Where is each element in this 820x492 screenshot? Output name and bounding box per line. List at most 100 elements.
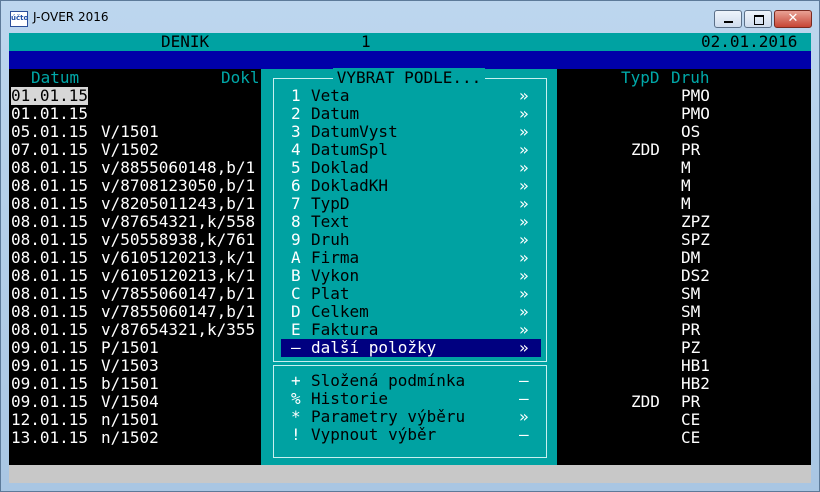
row-druh: PMO bbox=[681, 104, 710, 123]
menu-item-key: 1 bbox=[291, 86, 301, 105]
menu-item[interactable]: E Faktura » bbox=[281, 321, 541, 339]
journal-header: DENIK 1 02.01.2016 bbox=[9, 33, 811, 51]
menu-item-arrow: » bbox=[519, 266, 529, 285]
menu-item[interactable]: 1 Veta » bbox=[281, 87, 541, 105]
row-druh: SM bbox=[681, 302, 701, 321]
row-druh: ZPZ bbox=[681, 212, 710, 231]
menu-item-arrow: » bbox=[519, 176, 529, 195]
menu-item[interactable]: 3 DatumVyst » bbox=[281, 123, 541, 141]
menu-item[interactable]: B Vykon » bbox=[281, 267, 541, 285]
row-doklad: V/1502 bbox=[101, 140, 159, 159]
row-datum: 08.01.15 bbox=[11, 302, 89, 321]
menu-item-label: TypD bbox=[311, 194, 350, 213]
menu-item-key: 6 bbox=[291, 176, 301, 195]
menu-item-arrow: – bbox=[519, 425, 529, 444]
menu-item[interactable]: A Firma » bbox=[281, 249, 541, 267]
row-datum: 08.01.15 bbox=[11, 230, 89, 249]
row-druh: SPZ bbox=[681, 230, 710, 249]
row-datum: 08.01.15 bbox=[11, 320, 89, 339]
row-doklad: b/1501 bbox=[101, 374, 159, 393]
menu-item-arrow: » bbox=[519, 158, 529, 177]
menu-item[interactable]: 7 TypD » bbox=[281, 195, 541, 213]
row-datum: 13.01.15 bbox=[11, 428, 89, 447]
row-druh: SM bbox=[681, 284, 701, 303]
menu-item-label: Celkem bbox=[311, 302, 369, 321]
menu-item-label: DatumSpl bbox=[311, 140, 389, 159]
menu-item[interactable]: + Složená podmínka – bbox=[281, 372, 541, 390]
row-doklad: n/1502 bbox=[101, 428, 159, 447]
menu-item-arrow: » bbox=[519, 284, 529, 303]
menu-item-label: Text bbox=[311, 212, 350, 231]
row-doklad: v/87654321,k/558 bbox=[101, 212, 256, 231]
menu-item-label: Druh bbox=[311, 230, 350, 249]
menu-item[interactable]: * Parametry výběru » bbox=[281, 408, 541, 426]
menu-item[interactable]: – další položky » bbox=[281, 339, 541, 357]
row-druh: DM bbox=[681, 248, 701, 267]
app-icon[interactable]: účto bbox=[10, 11, 28, 27]
menu-item-key: A bbox=[291, 248, 301, 267]
menu-item-key: 4 bbox=[291, 140, 301, 159]
row-doklad: v/8855060148,b/1 bbox=[101, 158, 256, 177]
menu-title-text: VYBRAT PODLE... bbox=[332, 68, 486, 87]
menu-item[interactable]: C Plat » bbox=[281, 285, 541, 303]
menu-item[interactable]: 5 Doklad » bbox=[281, 159, 541, 177]
column-header-dokl: Dokl bbox=[221, 68, 260, 87]
menu-item-label: DatumVyst bbox=[311, 122, 398, 141]
row-druh: PR bbox=[681, 320, 701, 339]
menu-item-key: 2 bbox=[291, 104, 301, 123]
journal-date: 02.01.2016 bbox=[701, 33, 798, 51]
menu-item-arrow: » bbox=[519, 407, 529, 426]
menu-item-label: Plat bbox=[311, 284, 350, 303]
close-button[interactable]: ✕ bbox=[774, 10, 812, 28]
column-header-druh: Druh bbox=[671, 68, 710, 87]
row-doklad: V/1504 bbox=[101, 392, 159, 411]
menu-item-label: Faktura bbox=[311, 320, 379, 339]
column-header-typd: TypD bbox=[621, 68, 660, 87]
menu-item[interactable]: 2 Datum » bbox=[281, 105, 541, 123]
menu-item-key: 7 bbox=[291, 194, 301, 213]
menu-item-key: + bbox=[291, 371, 301, 390]
row-typd: ZDD bbox=[631, 392, 660, 411]
row-druh: CE bbox=[681, 428, 701, 447]
title-bar[interactable]: účto J-OVER 2016 ✕ bbox=[1, 1, 819, 33]
row-druh: M bbox=[681, 194, 691, 213]
row-doklad: n/1501 bbox=[101, 410, 159, 429]
menu-item-key: * bbox=[291, 407, 301, 426]
menu-item-arrow: » bbox=[519, 248, 529, 267]
menu-item-arrow: » bbox=[519, 194, 529, 213]
journal-name: DENIK bbox=[161, 33, 210, 51]
menu-item-label: Veta bbox=[311, 86, 350, 105]
column-header-datum: Datum bbox=[31, 68, 80, 87]
row-datum: 09.01.15 bbox=[11, 374, 89, 393]
menu-item-key: 9 bbox=[291, 230, 301, 249]
menu-item[interactable]: 8 Text » bbox=[281, 213, 541, 231]
menu-item[interactable]: 6 DokladKH » bbox=[281, 177, 541, 195]
row-druh: CE bbox=[681, 410, 701, 429]
menu-item[interactable]: D Celkem » bbox=[281, 303, 541, 321]
menu-title: VYBRAT PODLE... bbox=[261, 68, 557, 87]
menu-item[interactable]: ! Vypnout výběr – bbox=[281, 426, 541, 444]
row-druh: PZ bbox=[681, 338, 701, 357]
filter-menu: VYBRAT PODLE... 1 Veta » 2 Datum » 3 DatumVyst »… bbox=[261, 68, 557, 465]
menu-item[interactable]: 4 DatumSpl » bbox=[281, 141, 541, 159]
menu-item-label: Parametry výběru bbox=[311, 407, 466, 426]
menu-item-key: C bbox=[291, 284, 301, 303]
menu-item-key: E bbox=[291, 320, 301, 339]
menu-item[interactable]: 9 Druh » bbox=[281, 231, 541, 249]
maximize-icon bbox=[754, 15, 764, 25]
menu-item-key: % bbox=[291, 389, 301, 408]
row-druh: M bbox=[681, 158, 691, 177]
row-druh: HB2 bbox=[681, 374, 710, 393]
row-doklad: v/7855060147,b/1 bbox=[101, 302, 256, 321]
row-doklad: V/1501 bbox=[101, 122, 159, 141]
row-doklad: P/1501 bbox=[101, 338, 159, 357]
row-doklad: v/8205011243,b/1 bbox=[101, 194, 256, 213]
menu-item-label: Složená podmínka bbox=[311, 371, 466, 390]
menu-item-label: Historie bbox=[311, 389, 389, 408]
minimize-button[interactable] bbox=[714, 10, 742, 28]
row-druh: HB1 bbox=[681, 356, 710, 375]
row-datum: 01.01.15 bbox=[11, 86, 89, 105]
maximize-button[interactable] bbox=[744, 10, 772, 28]
menu-item-arrow: » bbox=[519, 140, 529, 159]
menu-item[interactable]: % Historie – bbox=[281, 390, 541, 408]
